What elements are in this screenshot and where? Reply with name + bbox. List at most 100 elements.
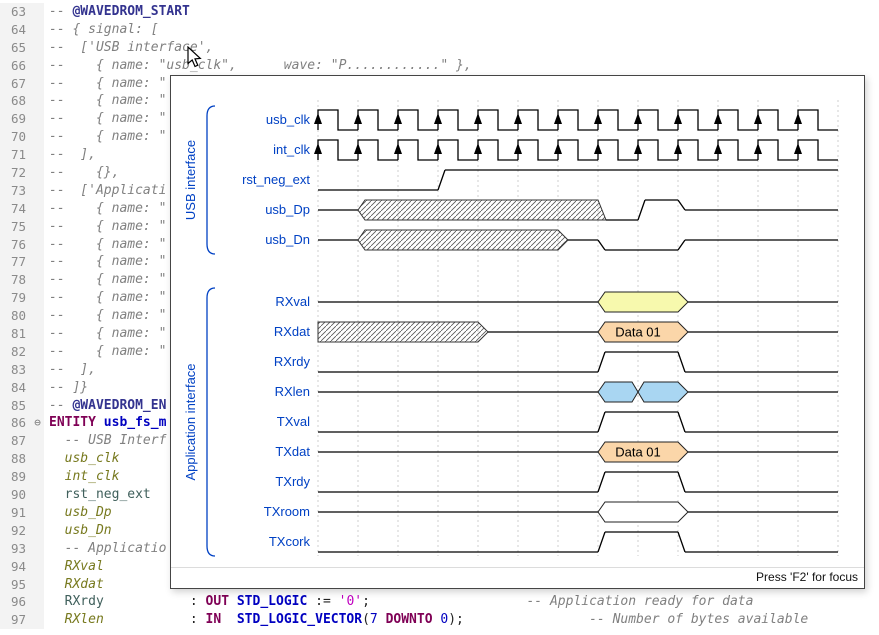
- line-number: 85: [0, 397, 31, 415]
- fold-gutter: [31, 110, 44, 128]
- code-text: RXrdy : OUT STD_LOGIC := '0'; -- Applica…: [44, 593, 753, 611]
- code-text: RXdat: [44, 576, 104, 594]
- svg-text:rst_neg_ext: rst_neg_ext: [242, 172, 310, 187]
- line-number: 90: [0, 486, 31, 504]
- code-line[interactable]: 97 RXlen : IN STD_LOGIC_VECTOR(7 DOWNTO …: [0, 611, 879, 629]
- fold-gutter: [31, 576, 44, 594]
- fold-gutter: [31, 325, 44, 343]
- svg-text:TXval: TXval: [277, 414, 310, 429]
- code-line[interactable]: 66 -- { name: "usb_clk", wave: "P........…: [0, 57, 879, 75]
- fold-collapse-icon[interactable]: ⊖: [31, 414, 44, 432]
- line-number: 68: [0, 92, 31, 110]
- line-number: 67: [0, 75, 31, 93]
- line-number: 91: [0, 504, 31, 522]
- line-number: 76: [0, 236, 31, 254]
- code-text: -- { name: ": [44, 289, 166, 307]
- code-text: -- { name: ": [44, 218, 166, 236]
- code-text: -- { name: ": [44, 92, 166, 110]
- line-number: 77: [0, 253, 31, 271]
- code-text: -- ],: [44, 146, 96, 164]
- code-text: -- { name: ": [44, 343, 166, 361]
- code-text: -- { name: "usb_clk", wave: "P..........…: [44, 57, 472, 75]
- line-number: 84: [0, 379, 31, 397]
- line-number: 92: [0, 522, 31, 540]
- wavedrom-diagram-svg: USB interfaceusb_clkint_clkrst_neg_extus…: [171, 76, 864, 568]
- line-number: 96: [0, 593, 31, 611]
- fold-gutter: [31, 128, 44, 146]
- fold-gutter: [31, 200, 44, 218]
- code-text: usb_Dn: [44, 522, 112, 540]
- fold-gutter: [31, 3, 44, 21]
- line-number: 93: [0, 540, 31, 558]
- svg-text:RXdat: RXdat: [274, 324, 311, 339]
- fold-gutter: [31, 361, 44, 379]
- line-number: 64: [0, 21, 31, 39]
- svg-text:Data 01: Data 01: [615, 445, 661, 460]
- line-number: 81: [0, 325, 31, 343]
- fold-gutter: [31, 379, 44, 397]
- line-number: 89: [0, 468, 31, 486]
- code-text: -- Applicatio: [44, 540, 166, 558]
- line-number: 78: [0, 271, 31, 289]
- svg-text:usb_Dn: usb_Dn: [265, 232, 310, 247]
- line-number: 79: [0, 289, 31, 307]
- fold-gutter: [31, 39, 44, 57]
- code-text: -- { name: ": [44, 110, 166, 128]
- code-text: -- @WAVEDROM_EN: [44, 397, 166, 415]
- fold-gutter: [31, 236, 44, 254]
- svg-text:RXval: RXval: [275, 294, 310, 309]
- code-text: -- ]}: [44, 379, 88, 397]
- line-number: 80: [0, 307, 31, 325]
- focus-hint-label: Press 'F2' for focus: [756, 570, 858, 584]
- code-text: rst_neg_ext: [44, 486, 151, 504]
- code-text: usb_Dp: [44, 504, 112, 522]
- code-text: -- { name: ": [44, 253, 166, 271]
- fold-gutter: [31, 21, 44, 39]
- svg-text:int_clk: int_clk: [273, 142, 310, 157]
- code-text: -- { name: ": [44, 236, 166, 254]
- fold-gutter: [31, 450, 44, 468]
- line-number: 82: [0, 343, 31, 361]
- line-number: 94: [0, 558, 31, 576]
- code-text: -- { name: ": [44, 128, 166, 146]
- fold-gutter: [31, 253, 44, 271]
- line-number: 69: [0, 110, 31, 128]
- code-text: -- { name: ": [44, 325, 166, 343]
- fold-gutter: [31, 307, 44, 325]
- code-line[interactable]: 63 -- @WAVEDROM_START: [0, 3, 879, 21]
- svg-text:USB interface: USB interface: [183, 140, 198, 220]
- line-number: 75: [0, 218, 31, 236]
- line-number: 63: [0, 3, 31, 21]
- line-number: 97: [0, 611, 31, 629]
- code-text: -- { name: ": [44, 200, 166, 218]
- fold-gutter: [31, 468, 44, 486]
- fold-gutter: [31, 397, 44, 415]
- line-number: 88: [0, 450, 31, 468]
- code-text: RXval: [44, 558, 104, 576]
- wavedrom-preview-popup[interactable]: USB interfaceusb_clkint_clkrst_neg_extus…: [170, 75, 865, 589]
- svg-text:usb_Dp: usb_Dp: [265, 202, 310, 217]
- svg-text:Data 01: Data 01: [615, 325, 661, 340]
- svg-text:Application interface: Application interface: [183, 363, 198, 480]
- line-number: 66: [0, 57, 31, 75]
- code-text: -- @WAVEDROM_START: [44, 3, 190, 21]
- fold-gutter: [31, 218, 44, 236]
- svg-text:RXlen: RXlen: [275, 384, 310, 399]
- fold-gutter: [31, 92, 44, 110]
- code-line[interactable]: 65-- ['USB interface',: [0, 39, 879, 57]
- svg-text:TXroom: TXroom: [264, 504, 310, 519]
- fold-gutter: [31, 522, 44, 540]
- code-line[interactable]: 64-- { signal: [: [0, 21, 879, 39]
- popup-footer: Press 'F2' for focus: [171, 567, 864, 588]
- fold-gutter: [31, 432, 44, 450]
- fold-gutter: [31, 611, 44, 629]
- code-text: -- {},: [44, 164, 119, 182]
- line-number: 70: [0, 128, 31, 146]
- code-text: -- ],: [44, 361, 96, 379]
- code-line[interactable]: 96 RXrdy : OUT STD_LOGIC := '0'; -- Appl…: [0, 593, 879, 611]
- fold-gutter: [31, 271, 44, 289]
- svg-text:TXrdy: TXrdy: [275, 474, 310, 489]
- fold-gutter: [31, 146, 44, 164]
- line-number: 74: [0, 200, 31, 218]
- code-text: -- USB Interf: [44, 432, 166, 450]
